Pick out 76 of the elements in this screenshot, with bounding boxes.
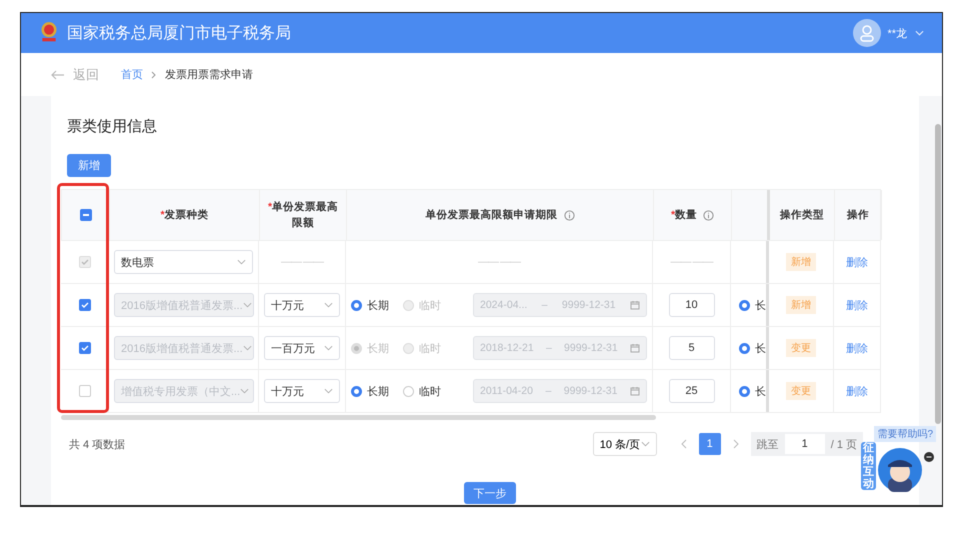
operation-tag: 变更 bbox=[786, 382, 816, 400]
breadcrumb-item: 发票用票需求申请 bbox=[165, 68, 253, 82]
term-radio[interactable]: 长期 bbox=[351, 384, 389, 398]
select-all-checkbox[interactable] bbox=[80, 209, 92, 221]
chevron-down-icon bbox=[324, 388, 333, 394]
page-count: / 1 页 bbox=[830, 438, 857, 452]
column-header: 操作 bbox=[847, 208, 869, 223]
mascot-drawing[interactable] bbox=[878, 448, 922, 492]
chevron-down-icon bbox=[640, 441, 650, 447]
delete-link[interactable]: 删除 bbox=[846, 254, 868, 270]
vertical-scrollbar[interactable] bbox=[935, 124, 941, 424]
term-radio[interactable]: 长 bbox=[739, 384, 766, 398]
previous-page-icon[interactable] bbox=[680, 439, 687, 449]
column-header: *单份发票最高限额 bbox=[266, 200, 340, 231]
calendar-icon bbox=[630, 343, 640, 353]
column-header: 操作类型 bbox=[780, 208, 824, 223]
operation-tag: 新增 bbox=[786, 253, 816, 271]
caret-icon[interactable] bbox=[915, 30, 924, 36]
calendar-icon bbox=[630, 300, 640, 310]
chevron-icon bbox=[151, 70, 157, 78]
breadcrumb-item[interactable]: 首页 bbox=[121, 67, 143, 82]
limit-select[interactable]: 一百万元 bbox=[264, 336, 340, 360]
row-checkbox[interactable] bbox=[78, 299, 90, 311]
user-name[interactable]: **龙 bbox=[887, 26, 907, 40]
delete-link[interactable]: 删除 bbox=[846, 384, 868, 398]
chevron-down-icon bbox=[324, 302, 333, 308]
horizontal-scrollbar[interactable] bbox=[61, 415, 656, 420]
checkmark-icon bbox=[80, 257, 90, 267]
chevron-down-icon bbox=[324, 345, 333, 351]
delete-link[interactable]: 删除 bbox=[846, 298, 868, 312]
help-bubble[interactable]: 需要帮助吗? bbox=[874, 426, 936, 442]
info-icon[interactable] bbox=[703, 210, 714, 220]
back-arrow-icon[interactable] bbox=[51, 70, 65, 80]
operation-tag: 新增 bbox=[786, 296, 816, 314]
total-count: 共 4 项数据 bbox=[69, 438, 126, 452]
chevron-down-icon bbox=[237, 259, 246, 265]
page-input[interactable]: 1 bbox=[784, 434, 825, 454]
site-title: 国家税务总局厦门市电子税务局 bbox=[67, 24, 291, 44]
column-header: 单份发票最高限额申请期限 bbox=[426, 208, 558, 223]
invoice-type-select[interactable]: 数电票 bbox=[114, 250, 253, 274]
page-size-select[interactable]: 10 条/页 bbox=[592, 432, 657, 456]
column-header: *发票种类 bbox=[160, 208, 209, 223]
row-checkbox[interactable] bbox=[78, 342, 90, 354]
page-button[interactable]: 1 bbox=[698, 433, 721, 455]
empty-value: —— —— bbox=[670, 256, 713, 268]
jump-label: 跳至 bbox=[756, 438, 779, 452]
quantity-field[interactable]: 25 bbox=[668, 379, 714, 403]
operation-tag: 变更 bbox=[786, 339, 816, 357]
quantity-field[interactable]: 5 bbox=[668, 336, 714, 360]
minimize-icon[interactable] bbox=[924, 452, 934, 462]
chevron-down-icon bbox=[242, 302, 252, 308]
term-radio[interactable]: 长期 bbox=[351, 298, 389, 312]
checkmark-icon bbox=[80, 343, 90, 353]
avatar-icon[interactable] bbox=[853, 19, 882, 47]
empty-value: —— —— bbox=[280, 256, 324, 268]
next-page-icon[interactable] bbox=[732, 439, 739, 449]
section-title: 票类使用信息 bbox=[67, 117, 158, 137]
add-button[interactable]: 新增 bbox=[67, 154, 111, 177]
limit-select[interactable]: 十万元 bbox=[264, 293, 340, 317]
chevron-down-icon bbox=[242, 345, 252, 351]
empty-value: —— —— bbox=[478, 256, 520, 268]
term-radio[interactable]: 长 bbox=[739, 340, 766, 356]
row-checkbox[interactable] bbox=[78, 385, 90, 397]
delete-link[interactable]: 删除 bbox=[846, 340, 868, 356]
checkmark-icon bbox=[80, 300, 90, 310]
column-header: *数量 bbox=[670, 208, 698, 223]
next-step-button[interactable]: 下一步 bbox=[464, 482, 516, 504]
limit-select[interactable]: 十万元 bbox=[264, 379, 340, 403]
chevron-down-icon bbox=[240, 388, 250, 394]
info-icon[interactable] bbox=[564, 210, 574, 220]
term-radio[interactable]: 长 bbox=[739, 298, 766, 312]
mascot-label[interactable]: 征纳互动 bbox=[861, 442, 876, 490]
quantity-field[interactable]: 10 bbox=[668, 293, 714, 317]
back-link[interactable]: 返回 bbox=[73, 66, 99, 84]
term-radio[interactable]: 临时 bbox=[403, 384, 441, 398]
calendar-icon bbox=[630, 386, 640, 396]
